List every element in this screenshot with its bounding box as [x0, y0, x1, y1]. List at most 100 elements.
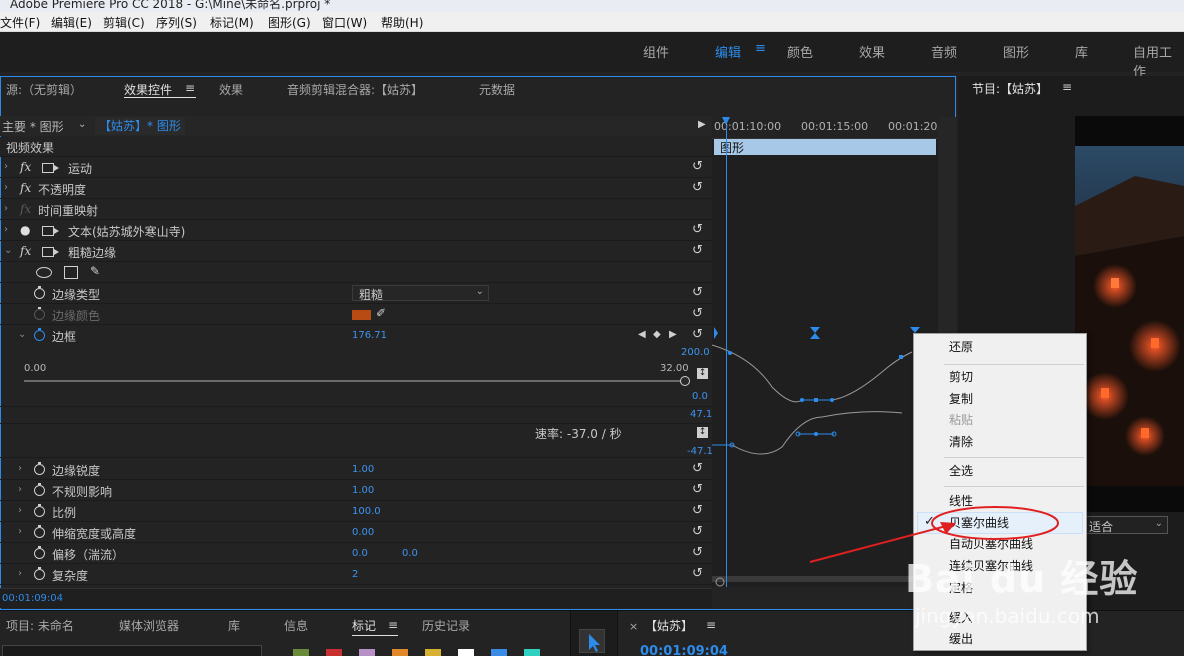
marker-color-swatch[interactable]: [425, 649, 441, 656]
chevron-right-icon[interactable]: ›: [18, 484, 22, 495]
workspace-audio[interactable]: 音频: [931, 42, 957, 61]
selection-tool-button[interactable]: [579, 629, 605, 653]
effect-row-opacity[interactable]: › fx 不透明度 ↺: [0, 179, 712, 199]
tab-metadata[interactable]: 元数据: [479, 81, 515, 98]
effect-row-roughen-edges[interactable]: ⌄ fx 粗糙边缘 ↺: [0, 242, 712, 262]
effect-row-text[interactable]: › ● 文本(姑苏城外寒山寺) ↺: [0, 221, 712, 241]
marker-color-swatch[interactable]: [326, 649, 342, 656]
workspace-custom[interactable]: 自用工作: [1133, 42, 1184, 80]
tab-libraries[interactable]: 库: [228, 617, 240, 634]
panel-menu-icon[interactable]: ≡: [1062, 80, 1072, 94]
search-input[interactable]: [2, 645, 262, 656]
reset-icon[interactable]: ↺: [692, 545, 703, 560]
marker-color-swatch[interactable]: [491, 649, 507, 656]
reset-icon[interactable]: ↺: [692, 482, 703, 497]
prop-value[interactable]: 1.00: [352, 464, 374, 475]
workspace-libraries[interactable]: 库: [1075, 42, 1088, 61]
chevron-right-icon[interactable]: ›: [4, 203, 8, 214]
chevron-right-icon[interactable]: ›: [4, 224, 8, 235]
menu-item-select-all[interactable]: 全选: [949, 462, 973, 479]
reset-icon[interactable]: ↺: [692, 159, 703, 174]
menu-item-ease-out[interactable]: 缓出: [949, 630, 973, 647]
reset-icon[interactable]: ↺: [692, 285, 703, 300]
panel-menu-icon[interactable]: ≡: [388, 618, 398, 632]
fx-icon[interactable]: fx: [20, 244, 31, 258]
keyframe-markers[interactable]: [714, 327, 920, 339]
reset-icon[interactable]: ↺: [692, 180, 703, 195]
menu-clip[interactable]: 剪辑(C): [103, 14, 145, 31]
tab-menu-icon[interactable]: ≡: [185, 81, 195, 95]
eyedropper-icon[interactable]: ✐: [376, 306, 386, 320]
chevron-right-icon[interactable]: ›: [18, 463, 22, 474]
program-title[interactable]: 节目:【姑苏】: [972, 80, 1048, 97]
chevron-right-icon[interactable]: ›: [4, 161, 8, 172]
workspace-editing[interactable]: 编辑: [715, 42, 741, 61]
chevron-right-icon[interactable]: ›: [18, 505, 22, 516]
menu-file[interactable]: 文件(F): [0, 14, 40, 31]
tab-effect-controls[interactable]: 效果控件: [124, 81, 172, 98]
panel-menu-icon[interactable]: ≡: [706, 618, 716, 632]
reset-icon[interactable]: ↺: [692, 503, 703, 518]
velocity-curve[interactable]: [712, 411, 903, 455]
marker-color-swatch[interactable]: [524, 649, 540, 656]
border-value[interactable]: 176.71: [352, 330, 387, 341]
chevron-down-icon[interactable]: ⌄: [4, 245, 12, 256]
stopwatch-icon[interactable]: [34, 462, 45, 475]
master-clip-label[interactable]: 主要 * 图形: [2, 118, 64, 135]
playhead-line[interactable]: [726, 125, 727, 587]
fx-icon[interactable]: fx: [20, 160, 31, 174]
prop-value[interactable]: 1.00: [352, 485, 374, 496]
menu-edit[interactable]: 编辑(E): [51, 14, 92, 31]
next-keyframe-icon[interactable]: ▶: [669, 329, 677, 340]
playhead-marker[interactable]: [722, 117, 730, 125]
menu-help[interactable]: 帮助(H): [381, 14, 423, 31]
tab-source[interactable]: 源:（无剪辑）: [6, 81, 82, 98]
prop-value[interactable]: 2: [352, 569, 358, 580]
expand-right-icon[interactable]: ▶: [698, 119, 706, 130]
tab-effects[interactable]: 效果: [219, 81, 243, 98]
tab-audio-clip-mixer[interactable]: 音频剪辑混合器:【姑苏】: [287, 81, 423, 98]
stopwatch-icon[interactable]: [34, 286, 45, 299]
menu-marker[interactable]: 标记(M): [210, 14, 254, 31]
reset-icon[interactable]: ↺: [692, 327, 703, 342]
marker-color-swatch[interactable]: [392, 649, 408, 656]
close-icon[interactable]: ×: [629, 620, 638, 633]
effect-row-motion[interactable]: › fx 运动 ↺: [0, 158, 712, 178]
stopwatch-icon[interactable]: [34, 328, 45, 341]
stopwatch-icon[interactable]: [34, 567, 45, 580]
chevron-right-icon[interactable]: ›: [18, 568, 22, 579]
prev-keyframe-icon[interactable]: ◀: [638, 329, 646, 340]
sequence-clip-label[interactable]: 【姑苏】* 图形: [95, 117, 185, 135]
marker-color-swatch[interactable]: [359, 649, 375, 656]
timecode[interactable]: 00:01:09:04: [2, 593, 63, 604]
chevron-down-icon[interactable]: ⌄: [18, 329, 26, 340]
reset-icon[interactable]: ↺: [692, 461, 703, 476]
chevron-down-icon[interactable]: ⌄: [78, 119, 86, 130]
tab-sequence[interactable]: 【姑苏】: [645, 617, 693, 634]
menu-item-copy[interactable]: 复制: [949, 390, 973, 407]
stopwatch-icon[interactable]: [34, 525, 45, 538]
fit-dropdown[interactable]: 适合 ⌄: [1084, 516, 1168, 534]
reset-icon[interactable]: ↺: [692, 243, 703, 258]
reset-icon[interactable]: ↺: [692, 524, 703, 539]
marker-color-swatch[interactable]: [293, 649, 309, 656]
prop-value[interactable]: 100.0: [352, 506, 381, 517]
menu-sequence[interactable]: 序列(S): [156, 14, 197, 31]
prop-value[interactable]: 0.0: [352, 548, 368, 559]
fx-icon[interactable]: fx: [20, 181, 31, 195]
fit-graph-icon[interactable]: ↕: [697, 427, 708, 438]
tab-info[interactable]: 信息: [284, 617, 308, 634]
effect-row-time-remap[interactable]: › fx 时间重映射: [0, 200, 712, 220]
stopwatch-icon[interactable]: [34, 546, 45, 559]
value-curve[interactable]: [712, 344, 913, 403]
workspace-effects[interactable]: 效果: [859, 42, 885, 61]
border-slider-handle[interactable]: [680, 376, 690, 386]
reset-icon[interactable]: ↺: [692, 306, 703, 321]
reset-icon[interactable]: ↺: [692, 566, 703, 581]
stopwatch-icon[interactable]: [34, 504, 45, 517]
workspace-color[interactable]: 颜色: [787, 42, 813, 61]
border-slider-track[interactable]: [24, 380, 684, 382]
tab-history[interactable]: 历史记录: [422, 617, 470, 634]
stopwatch-icon[interactable]: [34, 483, 45, 496]
reset-icon[interactable]: ↺: [692, 222, 703, 237]
